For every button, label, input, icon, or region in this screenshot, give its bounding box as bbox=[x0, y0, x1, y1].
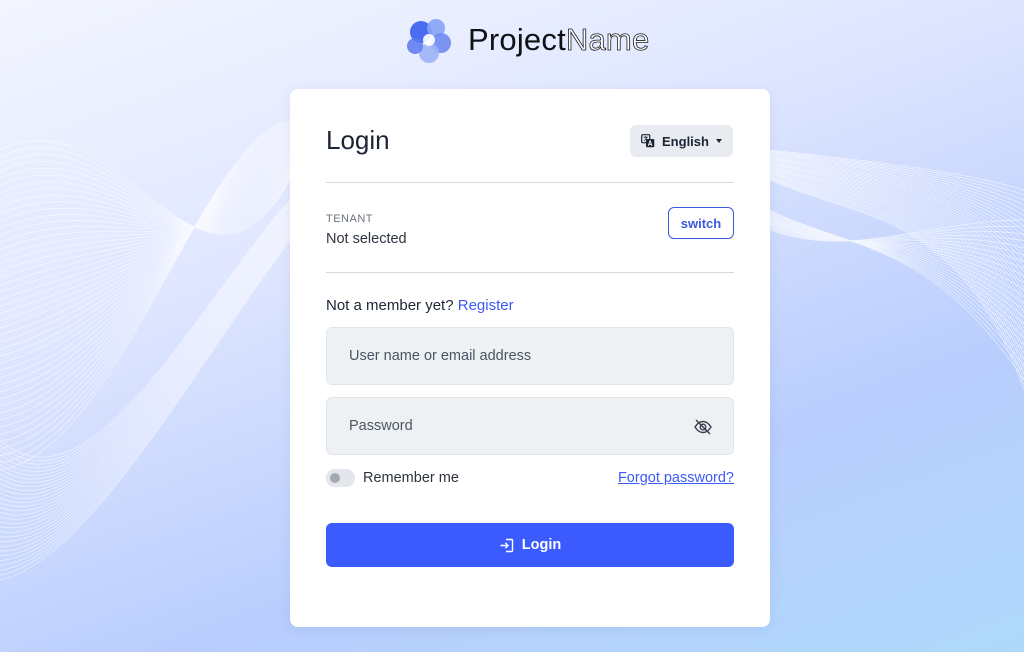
switch-tenant-button[interactable]: switch bbox=[668, 207, 734, 239]
brand-name: ProjectName bbox=[468, 22, 650, 58]
login-button-label: Login bbox=[521, 537, 562, 553]
language-dropdown-button[interactable]: English bbox=[630, 125, 733, 157]
brand-logo: ProjectName bbox=[404, 14, 650, 66]
login-icon bbox=[500, 538, 513, 552]
divider bbox=[326, 182, 734, 183]
register-prompt: Not a member yet? Register bbox=[326, 297, 514, 314]
login-button[interactable]: Login bbox=[326, 523, 734, 567]
login-card: Login English TENANT Not selected switch… bbox=[290, 89, 770, 627]
password-field[interactable] bbox=[326, 397, 734, 455]
flower-logo-icon bbox=[407, 19, 451, 63]
page-title: Login bbox=[326, 125, 390, 155]
register-link[interactable]: Register bbox=[458, 297, 514, 314]
username-input[interactable] bbox=[347, 328, 683, 384]
remember-me: Remember me bbox=[326, 469, 459, 487]
password-input[interactable] bbox=[347, 398, 683, 454]
translate-icon bbox=[641, 134, 655, 148]
username-field[interactable] bbox=[326, 327, 734, 385]
toggle-knob bbox=[330, 473, 340, 483]
register-prompt-text: Not a member yet? bbox=[326, 297, 454, 314]
brand-name-part1: Project bbox=[468, 22, 566, 57]
tenant-value: Not selected bbox=[326, 231, 407, 247]
tenant-label: TENANT bbox=[326, 213, 373, 225]
remember-me-label: Remember me bbox=[363, 470, 459, 486]
chevron-down-icon bbox=[715, 139, 722, 143]
forgot-password-link[interactable]: Forgot password? bbox=[618, 470, 734, 486]
brand-name-part2: Name bbox=[565, 22, 650, 58]
remember-me-toggle[interactable] bbox=[326, 469, 355, 487]
divider bbox=[326, 272, 734, 273]
eye-slash-icon[interactable] bbox=[693, 417, 713, 437]
language-label: English bbox=[662, 133, 709, 149]
